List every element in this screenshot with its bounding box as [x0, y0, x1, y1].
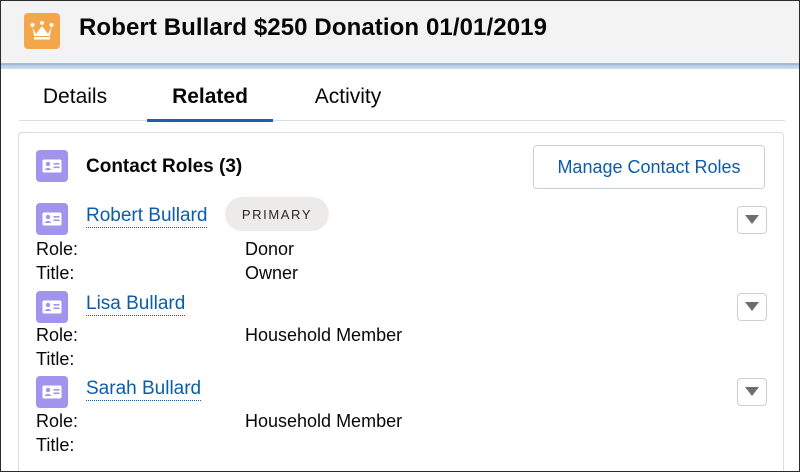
contact-icon	[36, 203, 68, 235]
role-value: Donor	[245, 239, 295, 259]
crown-icon	[24, 13, 60, 49]
role-label: Role:	[36, 411, 79, 431]
contact-icon	[36, 376, 68, 408]
page-title: Robert Bullard $250 Donation 01/01/2019	[79, 14, 548, 41]
chevron-down-icon	[745, 383, 759, 401]
card-title: Contact Roles (3)	[86, 156, 243, 177]
contact-roles-card: Contact Roles (3) Manage Contact Roles R…	[18, 132, 784, 471]
title-value: Owner	[245, 263, 299, 283]
tab-bar: Details Related Activity	[19, 71, 785, 122]
contact-icon	[36, 291, 68, 323]
row-actions-button[interactable]	[737, 378, 767, 406]
manage-contact-roles-button[interactable]: Manage Contact Roles	[533, 145, 765, 189]
contact-link-sarah-bullard[interactable]: Sarah Bullard	[86, 378, 202, 401]
contact-card-icon	[36, 150, 68, 182]
row-actions-button[interactable]	[737, 206, 767, 234]
record-header: Robert Bullard $250 Donation 01/01/2019	[1, 1, 799, 65]
chevron-down-icon	[745, 211, 759, 229]
title-label: Title:	[36, 349, 75, 369]
title-label: Title:	[36, 263, 75, 283]
contact-link-robert-bullard[interactable]: Robert Bullard	[86, 205, 208, 228]
record-page: Robert Bullard $250 Donation 01/01/2019 …	[0, 0, 800, 472]
chevron-down-icon	[745, 298, 759, 316]
role-value: Household Member	[245, 325, 403, 345]
tab-related[interactable]: Related	[147, 71, 273, 122]
contact-link-lisa-bullard[interactable]: Lisa Bullard	[86, 293, 186, 316]
tab-details[interactable]: Details	[39, 71, 111, 121]
tab-activity[interactable]: Activity	[309, 71, 387, 121]
title-label: Title:	[36, 435, 75, 455]
header-divider	[1, 63, 799, 69]
primary-badge: PRIMARY	[225, 197, 329, 231]
role-label: Role:	[36, 325, 79, 345]
role-label: Role:	[36, 239, 79, 259]
role-value: Household Member	[245, 411, 403, 431]
row-actions-button[interactable]	[737, 293, 767, 321]
